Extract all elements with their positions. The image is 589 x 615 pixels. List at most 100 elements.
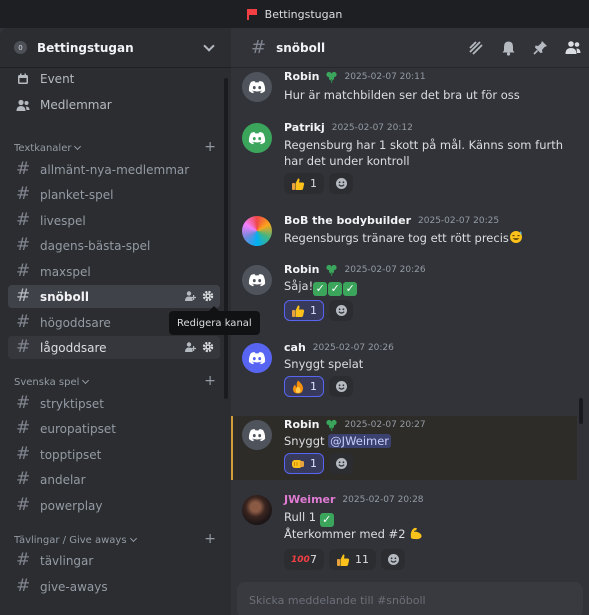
add-reaction-button[interactable] [329,453,353,474]
discord-logo-icon [248,132,266,145]
clover-badge-icon [325,419,337,431]
username[interactable]: Patrikj [284,121,325,134]
thumbs-up-icon [292,304,305,317]
server-badge: 0 [14,41,27,54]
channel-tavlingar[interactable]: # tävlingar [8,549,220,572]
user-mention[interactable]: @JWeimer [328,434,392,448]
message[interactable]: Robin 2025-02-07 20:26 Såja! ✓ ✓ ✓ 1 [242,263,582,323]
username[interactable]: Robin [284,263,320,276]
channel-powerplay[interactable]: # powerplay [8,494,220,517]
message-text: har det under kontroll [284,154,410,168]
avatar[interactable] [242,72,272,102]
message-composer[interactable] [237,582,583,615]
username[interactable]: JWeimer [284,493,335,506]
check-mark-emoji-icon: ✓ [343,282,358,296]
channel-snoboll[interactable]: # snöboll [8,285,220,308]
channel-planket-spel[interactable]: # planket-spel [8,183,220,206]
username[interactable]: Robin [284,70,320,83]
nav-label: Medlemmar [40,98,112,112]
avatar[interactable] [242,265,272,295]
timestamp: 2025-02-07 20:25 [418,215,500,226]
invite-icon[interactable] [184,341,196,353]
hash-icon: # [16,159,31,179]
add-channel-icon[interactable]: + [204,139,216,155]
message-meta: JWeimer 2025-02-07 20:28 [284,493,424,506]
pin-icon[interactable] [533,40,548,56]
smiley-icon [335,458,347,469]
message-text: Snyggt @JWeimer [284,434,392,448]
add-reaction-button[interactable] [329,376,353,397]
add-channel-icon[interactable]: + [204,373,216,389]
message-text: Regensburg har 1 skott på mål. Känns som… [284,138,564,152]
chevron-down-icon [82,376,90,385]
server-header[interactable]: 0 Bettingstugan [0,28,231,68]
channel-dagens-basta-spel[interactable]: # dagens-bästa-spel [8,234,220,257]
message[interactable]: Robin 2025-02-07 20:27 Snyggt @JWeimer 1 [242,418,582,478]
channel-maxspel[interactable]: # maxspel [8,260,220,283]
invite-icon[interactable] [184,290,196,302]
username[interactable]: BoB the bodybuilder [284,214,411,227]
chat-scrollbar[interactable] [579,398,583,424]
gear-icon[interactable] [202,341,214,353]
channel-andelar[interactable]: # andelar [8,468,220,491]
bell-icon[interactable] [501,40,516,56]
channel-give-aways[interactable]: # give-aways [8,575,220,598]
category-tavlingar[interactable]: Tävlingar / Give aways + [14,531,220,547]
message[interactable]: JWeimer 2025-02-07 20:28 Rull 1 ✓ Återko… [242,493,582,571]
message[interactable]: cah 2025-02-07 20:26 Snyggt spelat 1 [242,341,582,401]
fire-icon [292,380,304,393]
channel-livespel[interactable]: # livespel [8,209,220,232]
add-channel-icon[interactable]: + [204,531,216,547]
message-text: Regensburgs tränare tog ett rött precis [284,230,523,247]
discord-logo-icon [248,274,266,287]
reaction-thumbs-up[interactable]: 1 [284,300,324,321]
members-icon [16,98,30,112]
clover-badge-icon [325,71,337,83]
channel-topptipset[interactable]: # topptipset [8,443,220,466]
flexed-biceps-emoji-icon [410,527,422,540]
category-svenska-spel[interactable]: Svenska spel + [14,373,220,389]
channel-lagoddsare[interactable]: # lågoddsare [8,336,220,359]
hash-icon: # [16,184,31,204]
username[interactable]: Robin [284,418,320,431]
timestamp: 2025-02-07 20:12 [331,122,413,133]
channel-stryktipset[interactable]: # stryktipset [8,392,220,415]
avatar[interactable] [242,420,272,450]
reaction-fist[interactable]: 1 [284,453,324,474]
category-textkanaler[interactable]: Textkanaler + [14,139,220,155]
add-reaction-button[interactable] [381,549,405,570]
message-input[interactable] [249,593,569,607]
avatar[interactable] [242,216,272,246]
timestamp: 2025-02-07 20:26 [344,264,426,275]
chevron-down-icon[interactable] [203,39,215,52]
add-reaction-button[interactable] [329,300,353,321]
members-list-icon[interactable] [565,40,581,55]
discord-logo-icon [248,81,266,94]
avatar[interactable] [242,495,272,525]
smiley-icon [335,178,347,189]
channel-allmant-nya-medlemmar[interactable]: # allmänt-nya-medlemmar [8,158,220,181]
reaction-fire[interactable]: 1 [284,376,324,397]
avatar[interactable] [242,343,272,373]
nav-item-members[interactable]: Medlemmar [8,94,220,116]
discord-logo-icon [248,429,266,442]
message[interactable]: Robin 2025-02-07 20:11 Hur är matchbilde… [242,70,582,110]
window-titlebar: Bettingstugan [0,0,589,28]
avatar[interactable] [242,123,272,153]
hash-icon: # [16,337,31,357]
gear-icon[interactable] [202,290,214,302]
reaction-hundred[interactable]: 100 7 [284,549,324,570]
add-reaction-button[interactable] [329,173,353,194]
nav-item-event[interactable]: Event [8,68,220,90]
reaction-thumbs-up[interactable]: 11 [329,549,376,570]
message[interactable]: Patrikj 2025-02-07 20:12 Regensburg har … [242,121,582,197]
reaction-thumbs-up[interactable]: 1 [284,173,324,194]
hash-icon: # [16,235,31,255]
channel-europatipset[interactable]: # europatipset [8,417,220,440]
message[interactable]: BoB the bodybuilder 2025-02-07 20:25 Reg… [242,214,582,250]
hash-icon: # [16,469,31,489]
username[interactable]: cah [284,341,306,354]
threads-icon[interactable] [468,40,484,56]
sidebar-scrollbar[interactable] [224,78,228,399]
message-meta: Patrikj 2025-02-07 20:12 [284,121,413,134]
